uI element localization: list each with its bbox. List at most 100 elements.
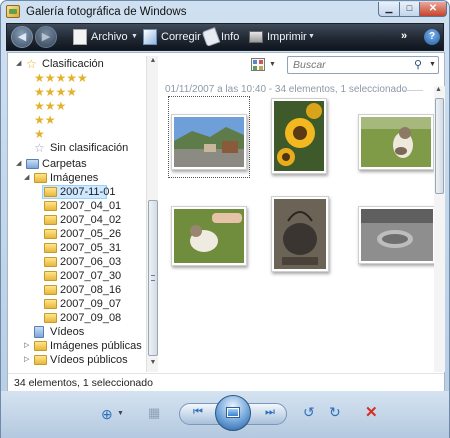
tree-label: 2007_06_03 [60,256,122,268]
search-placeholder: Buscar [293,59,326,71]
maximize-button[interactable]: □ [399,2,420,17]
main-content: ◢ ☆ Clasificación ★★★★★ ★★★★ ★★★ ★★ ★ ☆ … [7,52,445,391]
tree-label: 2007_07_30 [60,270,122,282]
group-header[interactable]: 01/11/2007 a las 10:40 - 34 elementos, 1… [165,84,407,95]
empty-star-icon: ☆ [34,141,45,155]
petting-cat-photo [174,209,244,263]
photo-thumbnail[interactable] [271,98,327,174]
rating-3-stars[interactable]: ★★★ [34,99,66,113]
photo-thumbnail[interactable] [358,206,436,264]
slideshow-button[interactable] [215,395,251,431]
folder-icon [44,299,57,309]
zoom-icon[interactable]: ⊕ [101,406,113,423]
command-bar: ◀ ▶ Archivo ▼ Corregir Info Imprimir ▼ »… [6,23,444,51]
thumbnail-item[interactable] [355,196,437,278]
scroll-up-icon[interactable]: ▲ [148,57,158,67]
chevron-down-icon[interactable]: ▼ [269,61,276,68]
info-tag-icon [201,27,221,47]
photo-thumbnail[interactable] [271,196,329,272]
file-menu-button[interactable]: Archivo [91,31,128,43]
folder-icon [44,201,57,211]
expand-icon[interactable]: ▷ [24,339,32,353]
search-input[interactable]: Buscar ⚲ ▼ [287,56,439,74]
fix-button[interactable]: Corregir [161,31,201,43]
grip-icon [151,275,155,281]
tree-label: Imágenes [50,172,99,184]
next-button[interactable]: ⏭ [261,406,279,422]
back-button[interactable]: ◀ [11,26,33,48]
rating-5-stars[interactable]: ★★★★★ [34,71,88,85]
rating-4-stars[interactable]: ★★★★ [34,85,77,99]
tree-label: Carpetas [42,158,87,170]
landscape-photo [174,117,244,167]
tree-label: 2007_08_16 [60,284,122,296]
folder-icon [44,257,57,267]
sunflower-photo [274,101,324,171]
navigation-pane: ◢ ☆ Clasificación ★★★★★ ★★★★ ★★★ ★★ ★ ☆ … [8,53,158,373]
thumbnail-item[interactable] [268,196,350,278]
window-title: Galería fotográfica de Windows [26,6,187,18]
playback-controls: ⊕ ▼ ▦ ⏮ ⏭ ↺ ↻ ✕ [1,391,449,438]
tree-label: 2007_04_01 [60,200,122,212]
print-menu-button[interactable]: Imprimir [267,31,307,43]
folder-icon [44,271,57,281]
rating-1-star[interactable]: ★ [34,127,45,141]
delete-icon[interactable]: ✕ [365,403,378,421]
folder-icon [44,285,57,295]
collapse-icon[interactable]: ◢ [24,171,32,185]
tree-label: Sin clasificación [50,142,129,154]
folder-icon [44,229,57,239]
status-bar: 34 elementos, 1 seleccionado [8,373,444,391]
title-bar[interactable]: Galería fotográfica de Windows ▁ □ ✕ [1,1,449,23]
scroll-down-icon[interactable]: ▼ [148,359,158,369]
actual-size-icon[interactable]: ▦ [148,405,160,421]
scroll-up-icon[interactable]: ▲ [435,86,442,93]
tree-label: 2007-11-01 [60,186,116,198]
info-button[interactable]: Info [221,31,239,43]
thumbnail-item[interactable] [268,96,350,178]
folder-icon [34,341,47,351]
rating-2-stars[interactable]: ★★ [34,113,56,127]
tree-label: 2007_04_02 [60,214,122,226]
help-icon[interactable]: ? [424,29,440,45]
rotate-left-icon[interactable]: ↺ [303,404,315,421]
thumbnail-view-icon[interactable] [251,58,265,71]
chevron-down-icon[interactable]: ▼ [429,61,436,68]
collapse-icon[interactable]: ◢ [16,157,24,171]
rotate-right-icon[interactable]: ↻ [329,404,341,421]
photo-thumbnail[interactable] [358,114,434,170]
kettle-photo [274,199,326,269]
chevron-down-icon: ▼ [308,33,315,40]
thumbnail-item[interactable] [168,196,250,278]
star-icon: ☆ [26,57,37,71]
scroll-thumb[interactable] [435,98,444,194]
cat-on-grass-photo [361,117,431,167]
collapse-icon[interactable]: ◢ [16,57,24,71]
close-window-button[interactable]: ✕ [419,2,447,17]
search-icon[interactable]: ⚲ [414,58,422,71]
forward-button[interactable]: ▶ [35,26,57,48]
thumbnail-item[interactable] [355,96,437,178]
photo-thumbnail[interactable] [171,206,247,266]
slideshow-icon [226,407,240,418]
scroll-thumb[interactable] [148,200,158,356]
chevron-down-icon[interactable]: ▼ [117,410,124,417]
tree-label: Imágenes públicas [50,340,142,352]
expand-icon[interactable]: ▷ [24,353,32,367]
minimize-button[interactable]: ▁ [378,2,400,17]
divider [403,90,423,91]
thumbnail-item[interactable] [168,96,250,178]
navigation-scrollbar[interactable]: ▲ ▼ [146,56,158,372]
photo-thumbnail[interactable] [171,114,247,170]
bowl-photo [361,209,433,261]
overflow-chevron-icon[interactable]: » [401,30,407,42]
folder-icon [44,187,57,197]
tree-label: Clasificación [42,58,104,70]
previous-button[interactable]: ⏮ [189,406,207,422]
tree-label: 2007_05_31 [60,242,122,254]
tree-label: Vídeos [50,326,85,338]
folder-icon [44,313,57,323]
gallery-window: Galería fotográfica de Windows ▁ □ ✕ ◀ ▶… [0,0,450,438]
folder-icon [44,243,57,253]
thumbnail-scrollbar[interactable]: ▲ [434,86,445,372]
